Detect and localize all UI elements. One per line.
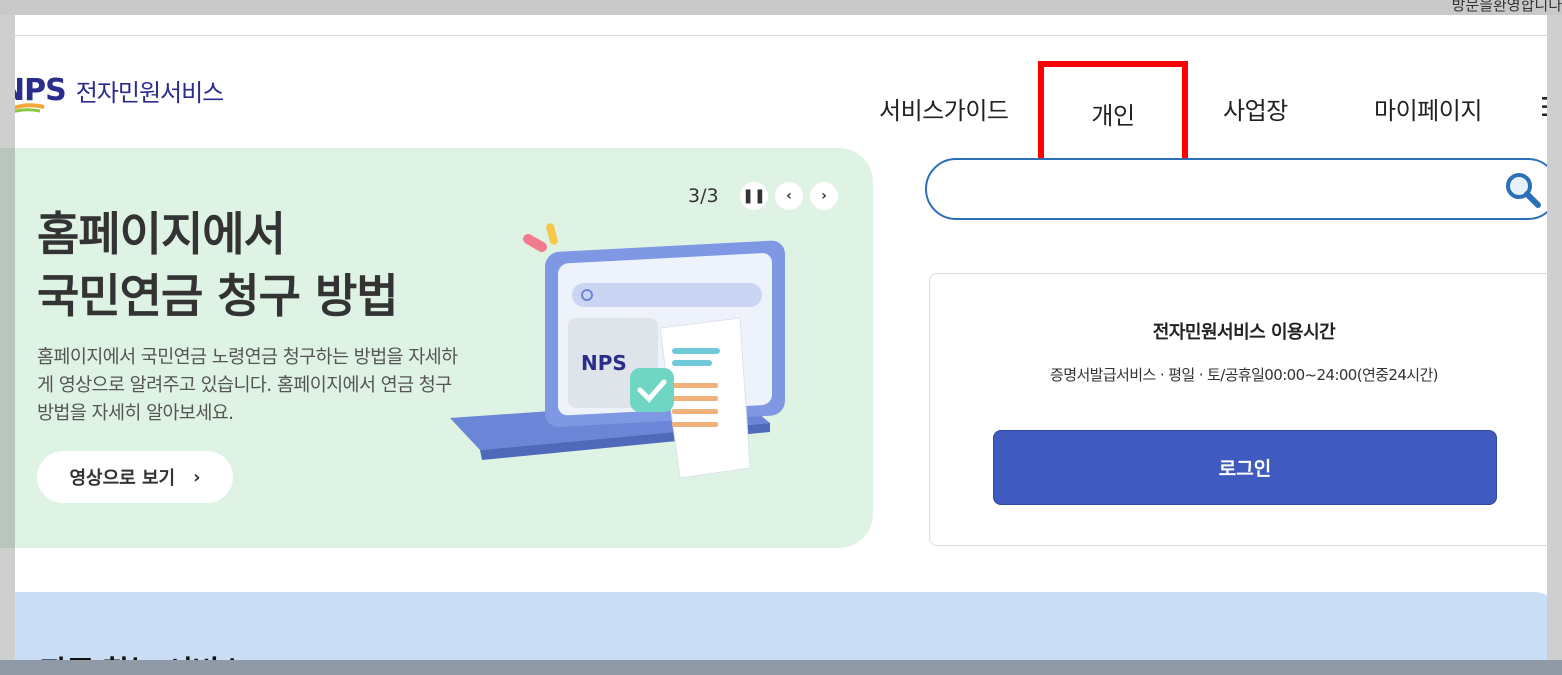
service-hours-text: 증명서발급서비스 · 평일 · 토/공휴일00:00~24:00(연중24시간)	[1050, 366, 1438, 384]
search-icon[interactable]	[1503, 170, 1543, 210]
logo-swoosh-icon	[15, 103, 45, 113]
main-page: NPS 전자민원서비스 서비스가이드 개인 사업장 마이페이지 ☰ 홈페이지에서…	[15, 15, 1547, 660]
nav-item-mypage[interactable]: 마이페이지	[1374, 91, 1482, 126]
card-title: 전자민원서비스 이용시간	[1152, 322, 1336, 343]
logo-text: 전자민원서비스	[75, 79, 225, 107]
bottom-overlay	[0, 660, 1562, 675]
slide-counter: 3/3	[688, 185, 719, 207]
nav-item-business[interactable]: 사업장	[1223, 91, 1288, 126]
header-divider	[15, 35, 1547, 36]
laptop-illustration: NPS	[450, 223, 785, 479]
search-input[interactable]	[949, 172, 1493, 210]
hero-banner: 홈페이지에서 국민연금 청구 방법 홈페이지에서 국민연금 노령연금 청구하는 …	[15, 148, 873, 548]
left-overlay	[0, 148, 15, 548]
chevron-right-icon[interactable]: ›	[810, 182, 838, 210]
nav-item-service-guide[interactable]: 서비스가이드	[879, 91, 1009, 126]
hamburger-menu-icon[interactable]: ☰	[1540, 93, 1547, 123]
search-box	[925, 158, 1547, 220]
site-logo[interactable]: NPS 전자민원서비스	[15, 73, 225, 108]
hero-title-line1: 홈페이지에서	[37, 207, 286, 261]
watch-video-label: 영상으로 보기	[69, 468, 176, 489]
login-button[interactable]: 로그인	[993, 430, 1497, 505]
frequent-services-section: 자주 찾는 서비스	[15, 592, 1547, 660]
greeting-text: 방문을환영합니다	[1451, 0, 1562, 14]
chevron-right-icon: ›	[193, 466, 201, 488]
chevron-left-icon[interactable]: ‹	[775, 182, 803, 210]
watch-video-button[interactable]: 영상으로 보기 ›	[37, 451, 233, 503]
nav-item-personal-label: 개인	[1091, 101, 1135, 130]
hero-title: 홈페이지에서 국민연금 청구 방법	[37, 203, 399, 327]
pause-icon[interactable]: ❚❚	[740, 182, 768, 210]
frequent-services-title: 자주 찾는 서비스	[40, 647, 246, 660]
hero-title-line2: 국민연금 청구 방법	[37, 269, 399, 323]
service-hours-card: 전자민원서비스 이용시간 증명서발급서비스 · 평일 · 토/공휴일00:00~…	[929, 273, 1547, 546]
hero-description: 홈페이지에서 국민연금 노령연금 청구하는 방법을 자세하게 영상으로 알려주고…	[37, 347, 458, 424]
nav-item-personal[interactable]: 개인	[1038, 61, 1188, 165]
illustration-logo: NPS	[581, 351, 627, 375]
top-strip: 방문을환영합니다	[0, 0, 1562, 15]
